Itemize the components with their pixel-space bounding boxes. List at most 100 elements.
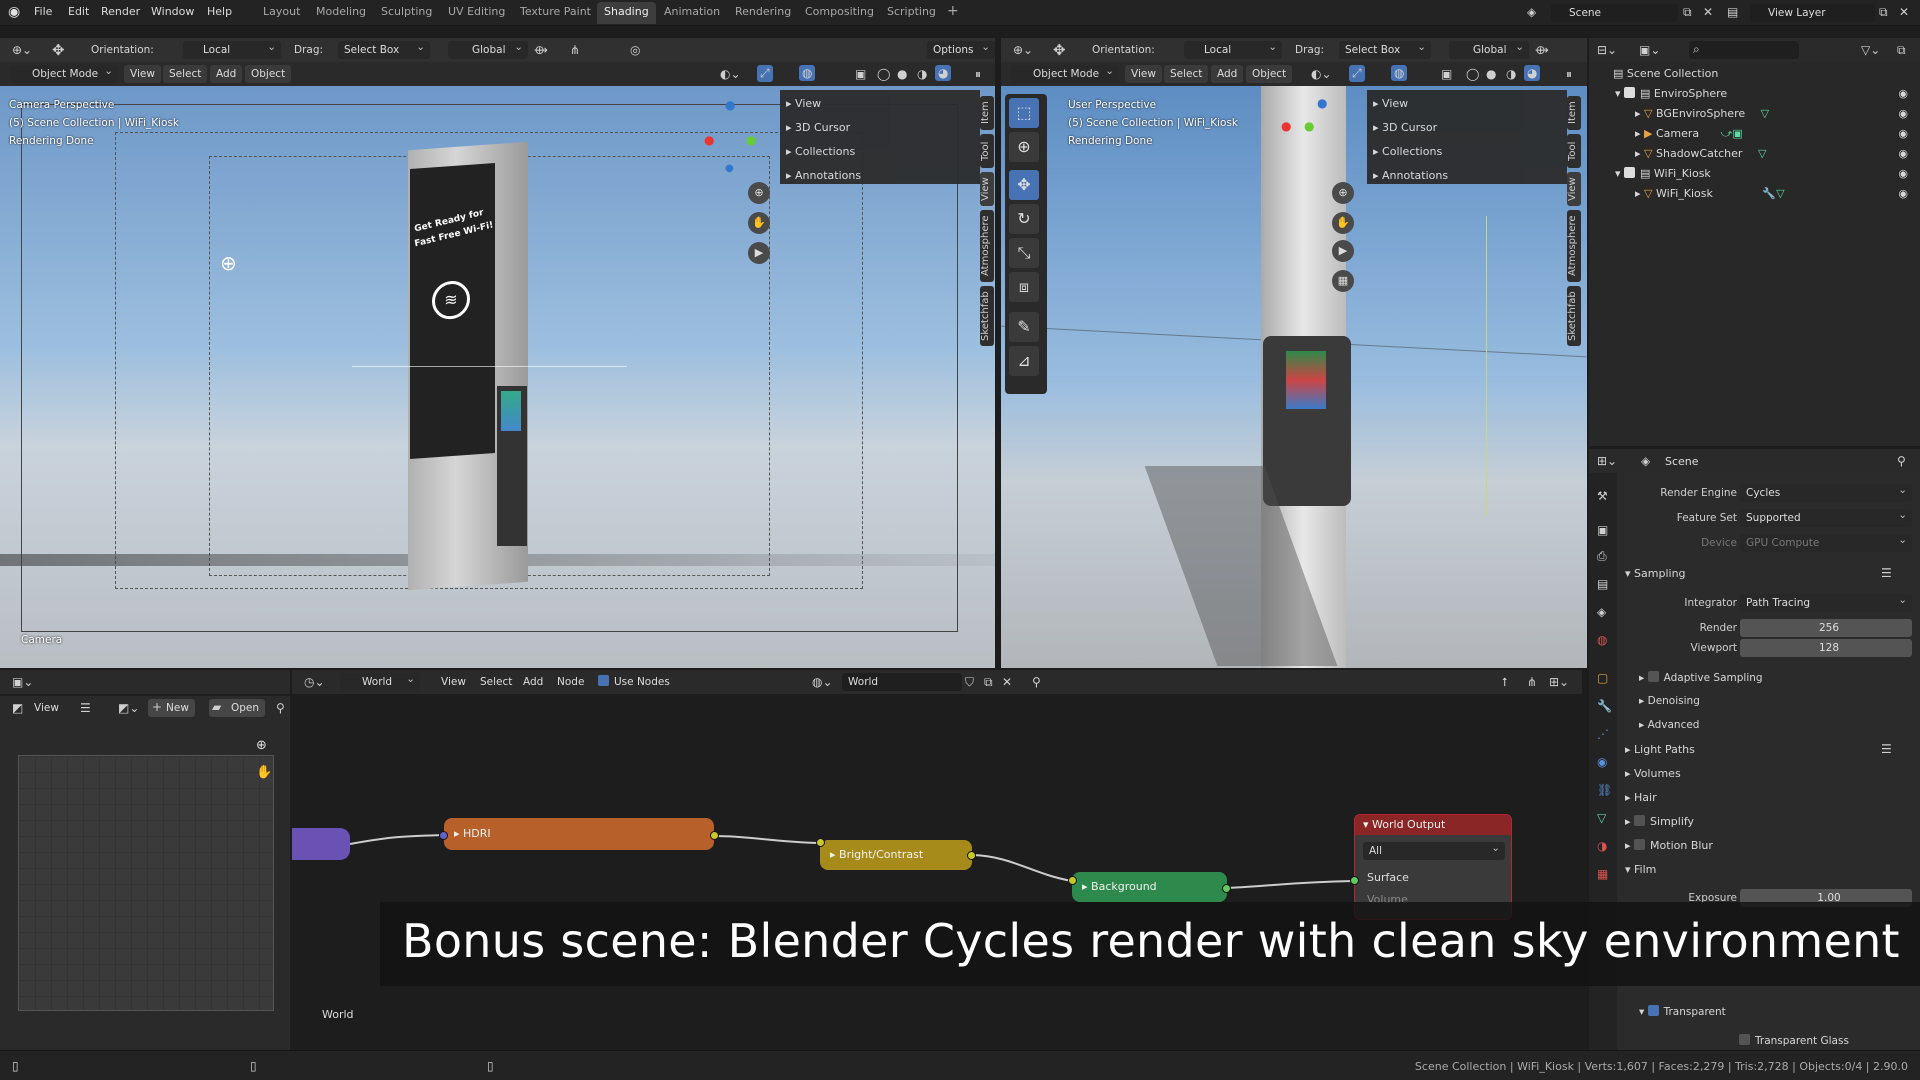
select-menu[interactable]: Select	[163, 65, 208, 83]
gizmo-y-icon-2[interactable]: ●	[1304, 119, 1314, 133]
npanel-collections[interactable]: ▸ Collections	[786, 145, 855, 158]
pause-render-icon-2[interactable]: ⏸	[1566, 67, 1572, 82]
solid-shading-icon-2[interactable]: ●	[1486, 67, 1496, 81]
adaptive-sampling-section[interactable]: ▸ Adaptive Sampling	[1639, 671, 1763, 684]
render-samples-field[interactable]: 256	[1740, 619, 1912, 637]
gizmo-z-icon[interactable]: ●	[725, 98, 735, 112]
transparent-section[interactable]: ▾ Transparent	[1639, 1005, 1726, 1018]
side-tab-sketchfab[interactable]: Sketchfab	[980, 286, 994, 346]
image-editor-type-icon[interactable]: ▣⌄	[12, 675, 33, 689]
volumes-section[interactable]: ▸ Volumes	[1625, 767, 1681, 780]
background-node[interactable]: ▸ Background	[1072, 872, 1227, 902]
tab-shading[interactable]: Shading	[597, 2, 656, 24]
wireframe-shading-icon-2[interactable]: ◯	[1466, 67, 1479, 81]
menu-render[interactable]: Render	[101, 5, 140, 18]
left-viewport[interactable]: Get Ready for Fast Free Wi-Fi! ≋ ⊕ Camer…	[0, 86, 995, 668]
remove-scene-icon[interactable]: ✕	[1703, 5, 1713, 19]
tab-animation[interactable]: Animation	[664, 5, 720, 18]
world-output-target-dropdown[interactable]: All	[1363, 839, 1505, 860]
outliner-scene-collection[interactable]: ▤ Scene Collection	[1613, 67, 1718, 80]
node-view-menu[interactable]: View	[435, 673, 472, 691]
tab-uv-editing[interactable]: UV Editing	[448, 5, 505, 18]
eye-icon[interactable]: ◉	[1898, 107, 1908, 120]
transparent-glass-checkbox-icon[interactable]	[1739, 1034, 1750, 1045]
eye-icon[interactable]: ◉	[1898, 127, 1908, 140]
camera-view-icon[interactable]: ▶	[748, 242, 770, 264]
editor-type-icon-2[interactable]: ⊕⌄	[1013, 43, 1033, 57]
envirosphere-checkbox-icon[interactable]	[1624, 87, 1636, 98]
outliner-row-wifi-kiosk-collection[interactable]: ▾ ▤ WiFi_Kiosk	[1615, 167, 1711, 180]
object-tab-icon[interactable]: ▢	[1597, 671, 1608, 685]
image-browse-icon[interactable]: ◩⌄	[118, 701, 139, 715]
image-editor-canvas[interactable]: ⊕ ✋	[0, 720, 290, 1050]
camera-view-icon-2[interactable]: ▶	[1332, 240, 1354, 262]
outliner-row-bgenvirosphere[interactable]: ▸ ▽ BGEnviroSphere ▽	[1635, 107, 1769, 120]
object-menu-2[interactable]: Object	[1246, 65, 1293, 83]
orientation-dropdown[interactable]: Local	[183, 38, 281, 59]
view-menu-2[interactable]: View	[1125, 65, 1162, 83]
measure-tool-icon[interactable]: ⊿	[1009, 346, 1039, 376]
material-shading-icon[interactable]: ◑	[917, 67, 927, 81]
node-select-menu[interactable]: Select	[474, 673, 518, 691]
denoising-section[interactable]: ▸ Denoising	[1639, 695, 1700, 707]
editor-type-icon[interactable]: ⊕⌄	[12, 43, 32, 57]
visibility-icon-2[interactable]: ◐⌄	[1311, 67, 1332, 81]
node-editor-type-icon[interactable]: ◷⌄	[304, 675, 325, 689]
use-nodes-checkbox[interactable]: Use Nodes	[598, 675, 670, 688]
options-dropdown[interactable]: Options	[927, 38, 995, 59]
pivot-icon[interactable]: ⟴	[534, 43, 548, 57]
simplify-section[interactable]: ▸ Simplify	[1625, 815, 1694, 828]
annotate-tool-icon[interactable]: ✎	[1009, 312, 1039, 342]
view-layer-tab-icon[interactable]: ▤	[1597, 577, 1608, 591]
data-tab-icon[interactable]: ▽	[1597, 811, 1606, 825]
background-output-socket[interactable]	[1222, 884, 1231, 893]
image-zoom-icon[interactable]: ⊕	[256, 738, 267, 753]
select-box-tool-icon[interactable]: ⬚	[1009, 98, 1039, 128]
device-dropdown[interactable]: GPU Compute	[1740, 531, 1912, 552]
filter-icon[interactable]: ▽⌄	[1861, 43, 1880, 57]
npanel-annotations-2[interactable]: ▸ Annotations	[1373, 169, 1448, 182]
simplify-checkbox-icon[interactable]	[1634, 815, 1646, 826]
xray-icon-2[interactable]: ▣	[1441, 67, 1452, 81]
gizmo-y-icon[interactable]: ●	[746, 133, 756, 147]
bright-contrast-node[interactable]: ▸ Bright/Contrast	[820, 840, 972, 870]
gizmo-icon-2[interactable]: ⤢	[1349, 65, 1365, 82]
node-snap-icon[interactable]: ⋔	[1527, 675, 1537, 689]
constraints-tab-icon[interactable]: ⛓	[1597, 783, 1612, 797]
background-input-socket[interactable]	[1068, 876, 1077, 885]
pan-hand-icon-2[interactable]: ✋	[1332, 212, 1354, 234]
surface-input-socket[interactable]	[1350, 876, 1359, 885]
side-tab-view[interactable]: View	[980, 172, 994, 206]
tab-scripting[interactable]: Scripting	[887, 5, 936, 18]
rotate-tool-icon[interactable]: ↻	[1009, 204, 1039, 234]
duplicate-world-icon[interactable]: ⧉	[984, 675, 993, 690]
eye-icon[interactable]: ◉	[1898, 167, 1908, 180]
film-section[interactable]: ▾ Film	[1625, 863, 1656, 876]
mode-dropdown-2[interactable]: Object Mode	[1011, 62, 1119, 83]
node-canvas[interactable]: ▸ HDRI ▸ Bright/Contrast ▸ Background ▾ …	[292, 696, 1582, 1050]
menu-file[interactable]: File	[34, 5, 52, 18]
scene-tab-icon[interactable]: ◈	[1597, 605, 1606, 619]
3d-cursor-icon[interactable]: ⊕	[220, 251, 237, 275]
pause-render-icon[interactable]: ⏸	[975, 67, 981, 82]
properties-pin-icon[interactable]: ⚲	[1897, 454, 1906, 468]
tab-texture-paint[interactable]: Texture Paint	[520, 5, 591, 18]
integrator-dropdown[interactable]: Path Tracing	[1740, 591, 1912, 612]
texture-tab-icon[interactable]: ▦	[1597, 867, 1608, 881]
tool-tab-icon[interactable]: ⚒	[1597, 489, 1608, 503]
npanel-collections-2[interactable]: ▸ Collections	[1373, 145, 1442, 158]
side-tab-view-2[interactable]: View	[1567, 172, 1581, 206]
advanced-section[interactable]: ▸ Advanced	[1639, 719, 1699, 731]
node-pin-icon[interactable]: ⚲	[1032, 675, 1041, 689]
npanel-view-2[interactable]: ▸ View	[1373, 97, 1408, 110]
mode-dropdown[interactable]: Object Mode	[10, 62, 118, 83]
add-menu-2[interactable]: Add	[1211, 65, 1244, 83]
physics-tab-icon[interactable]: ◉	[1597, 755, 1607, 769]
gizmo-z-icon-2[interactable]: ●	[1317, 96, 1327, 110]
modifier-tab-icon[interactable]: 🔧	[1597, 699, 1612, 713]
outliner-row-wifi-kiosk[interactable]: ▸ ▽ WiFi_Kiosk 🔧▽	[1635, 187, 1785, 200]
view-layer-icon[interactable]: ▤	[1727, 5, 1738, 19]
motion-blur-checkbox-icon[interactable]	[1634, 839, 1646, 850]
new-collection-icon[interactable]: ⧉	[1897, 43, 1906, 58]
tab-sculpting[interactable]: Sculpting	[381, 5, 432, 18]
